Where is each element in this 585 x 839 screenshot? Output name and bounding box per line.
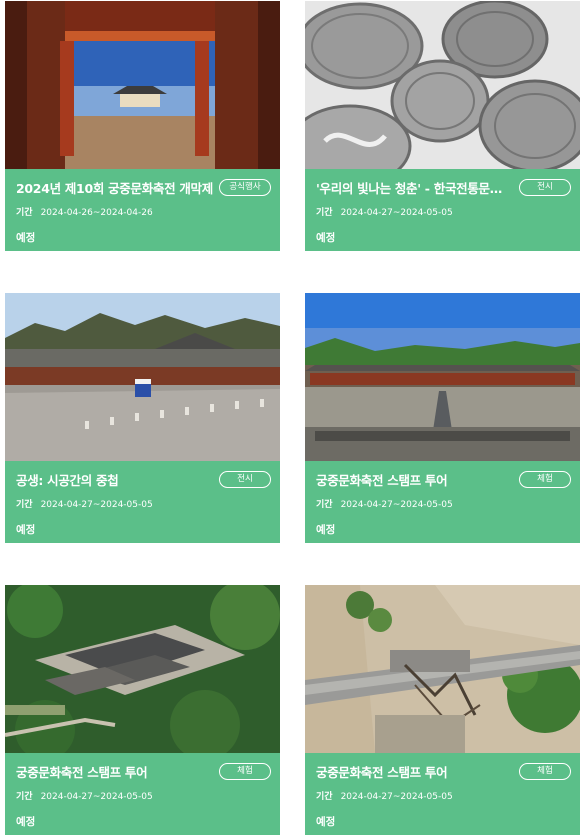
event-title[interactable]: 공생: 시공간의 중첩 <box>16 470 216 489</box>
category-badge: 전시 <box>519 179 571 196</box>
event-period: 기간 2024-04-27~2024-05-05 <box>316 789 453 802</box>
event-status: 예정 <box>316 524 336 536</box>
period-dates: 2024-04-27~2024-05-05 <box>340 208 453 218</box>
event-card[interactable]: 궁중문화축전 스탬프 투어 체험 기간 2024-04-27~2024-05-05… <box>305 585 580 835</box>
stone-bridge-aerial-photo[interactable] <box>305 585 580 753</box>
event-title[interactable]: 궁중문화축전 스탬프 투어 <box>316 470 516 489</box>
period-dates: 2024-04-26~2024-04-26 <box>40 208 153 218</box>
period-dates: 2024-04-27~2024-05-05 <box>340 500 453 510</box>
event-title[interactable]: 궁중문화축전 스탬프 투어 <box>16 762 216 781</box>
category-badge: 공식행사 <box>219 179 271 196</box>
silver-plates-photo[interactable] <box>305 1 580 169</box>
event-period: 기간 2024-04-27~2024-05-05 <box>16 789 153 802</box>
event-card-grid: 2024년 제10회 궁중문화축전 개막제 공식행사 기간 2024-04-26~… <box>0 0 585 839</box>
event-card[interactable]: '우리의 빛나는 청춘' - 한국전통문… 전시 기간 2024-04-27~20… <box>305 1 580 251</box>
palace-courtyard-photo[interactable] <box>5 293 280 461</box>
event-card-info: 궁중문화축전 스탬프 투어 체험 기간 2024-04-27~2024-05-05… <box>5 753 280 835</box>
category-badge: 체험 <box>519 471 571 488</box>
category-badge: 전시 <box>219 471 271 488</box>
event-period: 기간 2024-04-27~2024-05-05 <box>316 205 453 218</box>
period-label: 기간 <box>316 208 333 218</box>
event-card-info: 궁중문화축전 스탬프 투어 체험 기간 2024-04-27~2024-05-05… <box>305 753 580 835</box>
event-period: 기간 2024-04-26~2024-04-26 <box>16 205 153 218</box>
event-card[interactable]: 궁중문화축전 스탬프 투어 체험 기간 2024-04-27~2024-05-05… <box>305 293 580 543</box>
period-dates: 2024-04-27~2024-05-05 <box>40 500 153 510</box>
event-card[interactable]: 궁중문화축전 스탬프 투어 체험 기간 2024-04-27~2024-05-05… <box>5 585 280 835</box>
event-status: 예정 <box>316 816 336 828</box>
event-card-info: 2024년 제10회 궁중문화축전 개막제 공식행사 기간 2024-04-26~… <box>5 169 280 251</box>
palace-gate-night-photo[interactable] <box>5 1 280 169</box>
period-label: 기간 <box>316 792 333 802</box>
period-dates: 2024-04-27~2024-05-05 <box>40 792 153 802</box>
event-status: 예정 <box>16 232 36 244</box>
event-card-info: 궁중문화축전 스탬프 투어 체험 기간 2024-04-27~2024-05-05… <box>305 461 580 543</box>
palace-aerial-forest-photo[interactable] <box>5 585 280 753</box>
event-period: 기간 2024-04-27~2024-05-05 <box>16 497 153 510</box>
event-card[interactable]: 2024년 제10회 궁중문화축전 개막제 공식행사 기간 2024-04-26~… <box>5 1 280 251</box>
event-title[interactable]: 궁중문화축전 스탬프 투어 <box>316 762 516 781</box>
period-label: 기간 <box>16 500 33 510</box>
event-title[interactable]: 2024년 제10회 궁중문화축전 개막제 <box>16 178 216 197</box>
event-card[interactable]: 공생: 시공간의 중첩 전시 기간 2024-04-27~2024-05-05 예… <box>5 293 280 543</box>
event-status: 예정 <box>316 232 336 244</box>
category-badge: 체험 <box>219 763 271 780</box>
event-card-info: '우리의 빛나는 청춘' - 한국전통문… 전시 기간 2024-04-27~20… <box>305 169 580 251</box>
category-badge: 체험 <box>519 763 571 780</box>
shrine-hall-photo[interactable] <box>305 293 580 461</box>
event-period: 기간 2024-04-27~2024-05-05 <box>316 497 453 510</box>
period-dates: 2024-04-27~2024-05-05 <box>340 792 453 802</box>
event-status: 예정 <box>16 816 36 828</box>
event-title[interactable]: '우리의 빛나는 청춘' - 한국전통문… <box>316 178 516 197</box>
event-status: 예정 <box>16 524 36 536</box>
event-card-info: 공생: 시공간의 중첩 전시 기간 2024-04-27~2024-05-05 예… <box>5 461 280 543</box>
period-label: 기간 <box>16 208 33 218</box>
period-label: 기간 <box>316 500 333 510</box>
period-label: 기간 <box>16 792 33 802</box>
